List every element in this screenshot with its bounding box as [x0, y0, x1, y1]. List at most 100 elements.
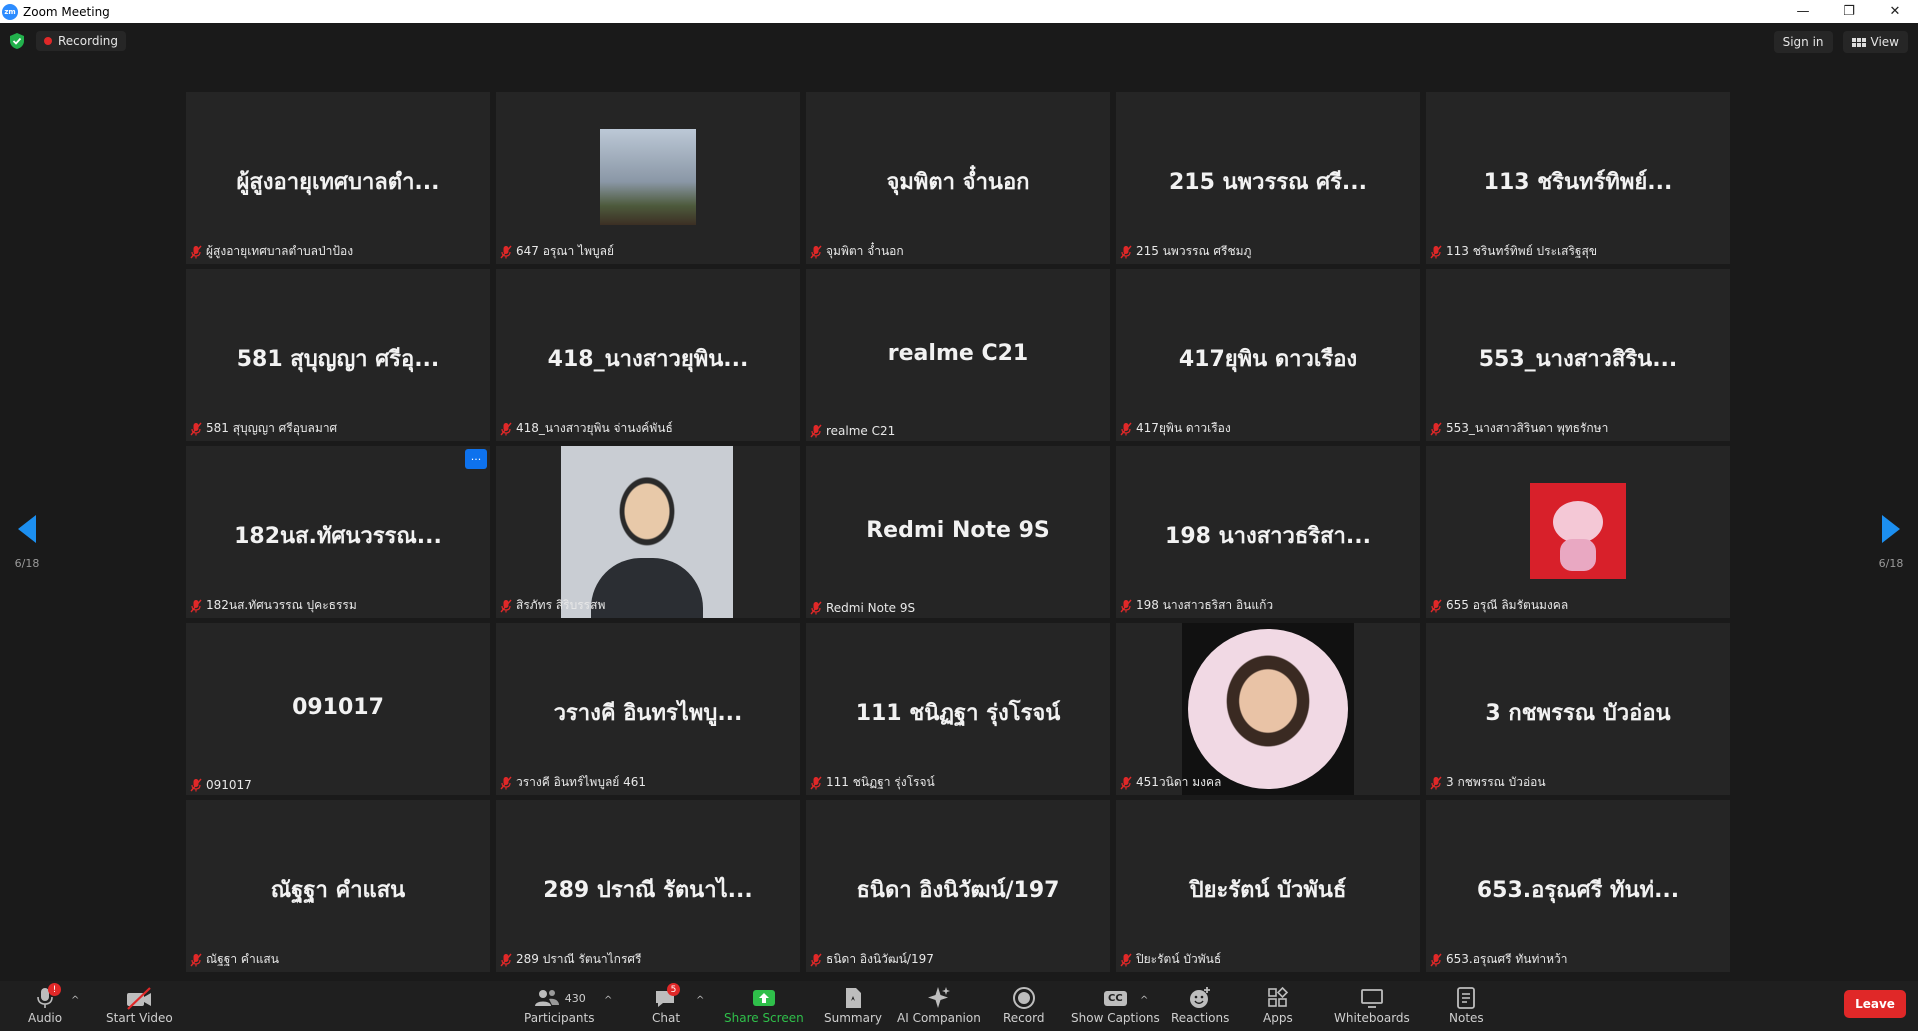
recording-dot-icon — [44, 37, 52, 45]
microphone-muted-icon — [1430, 422, 1442, 436]
participant-name: ณัฐฐา คำแสน — [206, 952, 279, 966]
security-shield-icon[interactable] — [8, 32, 26, 50]
participant-tile[interactable]: 113 ชรินทร์ทิพย์... 113 ชรินทร์ทิพย์ ประเ… — [1426, 92, 1730, 264]
microphone-muted-icon — [1120, 422, 1132, 436]
notes-button[interactable]: Notes — [1449, 985, 1484, 1025]
participant-tile[interactable]: 581 สุบุญญา ศรีอุ... 581 สุบุญญา ศรีอุบลม… — [186, 269, 490, 441]
participant-gallery: ผู้สูงอายุเทศบาลตำ... ผู้สูงอายุเทศบาลตำบ… — [186, 92, 1730, 972]
participant-display-name: 553_นางสาวสิริน... — [1478, 347, 1678, 372]
participant-tile[interactable]: ปิยะรัตน์ บัวพันธ์ ปิยะรัตน์ บัวพันธ์ — [1116, 800, 1420, 972]
next-page-control[interactable]: 6/18 — [1876, 515, 1906, 570]
participant-tile[interactable]: realme C21 realme C21 — [806, 269, 1110, 441]
microphone-muted-icon — [1120, 776, 1132, 790]
participant-video — [600, 129, 696, 225]
participant-tile[interactable]: 215 นพวรรณ ศรี... 215 นพวรรณ ศรีชมภู — [1116, 92, 1420, 264]
participant-name-label: 647 อรุณา ไพบูลย์ — [500, 242, 614, 261]
participant-name: 451วนิดา มงคล — [1136, 775, 1222, 789]
share-screen-button[interactable]: Share Screen — [724, 985, 804, 1025]
ai-companion-button[interactable]: AI Companion — [897, 985, 981, 1025]
participants-options-chevron-icon[interactable]: ^ — [604, 995, 612, 1006]
chat-label: Chat — [652, 1011, 681, 1025]
audio-alert-badge: ! — [48, 983, 62, 996]
participant-display-name: 113 ชรินทร์ทิพย์... — [1483, 170, 1673, 195]
microphone-muted-icon — [190, 599, 202, 613]
microphone-muted-icon — [190, 778, 202, 792]
participant-name: วรางคี อินทร์ไพบูลย์ 461 — [516, 775, 647, 789]
participant-name-label: 111 ชนิฏฐา รุ่งโรจน์ — [810, 773, 935, 792]
page-indicator-right: 6/18 — [1878, 557, 1904, 570]
minimize-button[interactable]: — — [1780, 0, 1826, 23]
participant-display-name: จุมพิตา จ๋ำนอก — [886, 170, 1030, 195]
participant-name-label: 417ยุพิน ดาวเรือง — [1120, 419, 1231, 438]
audio-options-chevron-icon[interactable]: ^ — [71, 995, 79, 1006]
close-button[interactable]: ✕ — [1872, 0, 1918, 23]
participant-tile[interactable]: 111 ชนิฏฐา รุ่งโรจน์ 111 ชนิฏฐา รุ่งโรจน์ — [806, 623, 1110, 795]
tile-more-options-button[interactable]: ··· — [465, 449, 487, 469]
view-button[interactable]: View — [1842, 31, 1908, 53]
arrow-left-icon[interactable] — [18, 515, 36, 543]
whiteboards-button[interactable]: Whiteboards — [1334, 985, 1410, 1025]
participant-tile[interactable]: 091017 091017 — [186, 623, 490, 795]
participant-name-label: 215 นพวรรณ ศรีชมภู — [1120, 242, 1251, 261]
window-title: Zoom Meeting — [23, 4, 110, 19]
start-video-button[interactable]: Start Video — [106, 985, 173, 1025]
microphone-muted-icon — [810, 601, 822, 615]
audio-button[interactable]: ! Audio — [28, 983, 62, 1025]
participant-name-label: 418_นางสาวยุพิน จ่านงค์พันธ์ — [500, 419, 673, 438]
participant-name: 111 ชนิฏฐา รุ่งโรจน์ — [826, 775, 935, 789]
arrow-right-icon[interactable] — [1882, 515, 1900, 543]
summary-button[interactable]: Summary — [824, 985, 882, 1025]
notes-icon — [1457, 987, 1476, 1009]
participant-tile[interactable]: ผู้สูงอายุเทศบาลตำ... ผู้สูงอายุเทศบาลตำบ… — [186, 92, 490, 264]
participant-name: ปิยะรัตน์ บัวพันธ์ — [1136, 952, 1222, 966]
chat-button[interactable]: 5 Chat — [652, 983, 681, 1025]
participant-tile[interactable]: ธนิดา อิงนิวัฒน์/197 ธนิดา อิงนิวัฒน์/197 — [806, 800, 1110, 972]
participants-count: 430 — [564, 991, 586, 1005]
ai-companion-label: AI Companion — [897, 1011, 981, 1025]
participant-tile[interactable]: 451วนิดา มงคล — [1116, 623, 1420, 795]
participants-button[interactable]: 430 Participants — [524, 985, 595, 1025]
meeting-area: Recording Sign in View 6/18 6/18 ผู้สูงอ… — [0, 23, 1918, 981]
participant-name-label: 3 กชพรรณ บัวอ่อน — [1430, 773, 1546, 792]
participant-video — [1182, 623, 1354, 795]
sign-in-button[interactable]: Sign in — [1773, 31, 1833, 53]
previous-page-control[interactable]: 6/18 — [12, 515, 42, 570]
leave-button[interactable]: Leave — [1844, 990, 1906, 1018]
captions-options-chevron-icon[interactable]: ^ — [1140, 995, 1148, 1006]
participant-tile[interactable]: 655 อรุณี ลิมรัตนมงคล — [1426, 446, 1730, 618]
participant-tile[interactable]: 653.อรุณศรี ทันท่... 653.อรุณศรี ทันท่าหว… — [1426, 800, 1730, 972]
sparkle-icon — [927, 987, 950, 1008]
apps-button[interactable]: Apps — [1263, 985, 1293, 1025]
chat-options-chevron-icon[interactable]: ^ — [696, 995, 704, 1006]
participant-tile[interactable]: ณัฐฐา คำแสน ณัฐฐา คำแสน — [186, 800, 490, 972]
participants-label: Participants — [524, 1011, 595, 1025]
microphone-muted-icon — [1120, 245, 1132, 259]
reactions-button[interactable]: Reactions — [1171, 985, 1229, 1025]
participant-tile[interactable]: 289 ปราณี รัตนาไ... 289 ปราณี รัตนาไกรศรี — [496, 800, 800, 972]
smiley-plus-icon — [1190, 987, 1211, 1008]
restore-button[interactable]: ❐ — [1826, 0, 1872, 23]
participant-tile[interactable]: 198 นางสาวธริสา... 198 นางสาวธริสา อินแก้… — [1116, 446, 1420, 618]
participant-tile[interactable]: 3 กชพรรณ บัวอ่อน 3 กชพรรณ บัวอ่อน — [1426, 623, 1730, 795]
recording-indicator[interactable]: Recording — [36, 31, 127, 51]
participant-name-label: สิรภัทร สิริบรรสพ — [500, 596, 605, 615]
participant-display-name: ณัฐฐา คำแสน — [270, 878, 406, 903]
participant-name: สิรภัทร สิริบรรสพ — [516, 598, 606, 612]
participant-name-label: ณัฐฐา คำแสน — [190, 950, 279, 969]
participant-tile[interactable]: 182นส.ทัศนวรรณ... ··· 182นส.ทัศนวรรณ ปุคะธ… — [186, 446, 490, 618]
microphone-muted-icon — [190, 422, 202, 436]
record-button[interactable]: Record — [1003, 985, 1044, 1025]
participant-name-label: ธนิดา อิงนิวัฒน์/197 — [810, 950, 934, 969]
participant-tile[interactable]: วรางคี อินทรไพบู... วรางคี อินทร์ไพบูลย์ … — [496, 623, 800, 795]
participant-tile[interactable]: 553_นางสาวสิริน... 553_นางสาวสิรินดา พุทธ… — [1426, 269, 1730, 441]
participant-tile[interactable]: จุมพิตา จ๋ำนอก จุมพิตา จ๋ำนอก — [806, 92, 1110, 264]
participant-display-name: 215 นพวรรณ ศรี... — [1168, 170, 1368, 195]
participant-tile[interactable]: สิรภัทร สิริบรรสพ — [496, 446, 800, 618]
participant-name: 3 กชพรรณ บัวอ่อน — [1446, 775, 1546, 789]
participant-name: 653.อรุณศรี ทันท่าหว้า — [1446, 952, 1568, 966]
participant-tile[interactable]: 417ยุพิน ดาวเรือง 417ยุพิน ดาวเรือง — [1116, 269, 1420, 441]
closed-captions-icon: CC — [1104, 990, 1127, 1006]
participant-tile[interactable]: 647 อรุณา ไพบูลย์ — [496, 92, 800, 264]
participant-tile[interactable]: 418_นางสาวยุพิน... 418_นางสาวยุพิน จ่านงค… — [496, 269, 800, 441]
participant-tile[interactable]: Redmi Note 9S Redmi Note 9S — [806, 446, 1110, 618]
